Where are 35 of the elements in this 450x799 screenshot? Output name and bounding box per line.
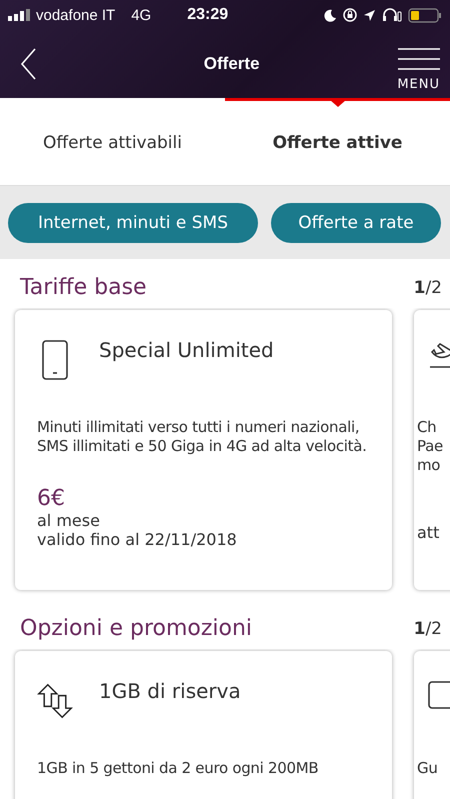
filter-button[interactable]: Internet, minuti e SMS [8, 202, 258, 242]
back-button[interactable] [20, 48, 36, 80]
offer-note: att [416, 523, 440, 542]
up-down-arrows-icon [37, 681, 73, 721]
carrier-name: vodafone IT [36, 6, 116, 24]
signal-icon [8, 9, 30, 21]
offer-title: 1GB di riserva [99, 679, 241, 703]
section-title: Opzioni e promozioni [20, 616, 252, 641]
offer-card[interactable]: 1GB di riserva 1GB in 5 gettoni da 2 euro ogni 200MB [15, 651, 392, 799]
offer-card[interactable]: Special Unlimited Minuti illimitati verso tutti i numeri nazionali, SMS illimitati e 50 Giga in 4G ad alta velocità. 6€ al mese valido fino al 22/11/2018 [15, 310, 392, 590]
filter-button[interactable]: Offerte a rate [271, 202, 441, 242]
offer-description: Ch Pae mo [416, 418, 444, 475]
offer-description: Gu [416, 759, 439, 778]
offer-card[interactable]: Gu [414, 651, 450, 799]
box-icon [428, 681, 450, 709]
phone-icon [42, 340, 68, 380]
menu-button[interactable]: MENU [397, 46, 440, 92]
moon-icon [324, 8, 337, 22]
offer-price: 6€ [37, 486, 66, 511]
validity-date: valido fino al 22/11/2018 [37, 530, 238, 549]
page-indicator: 1/2 [414, 618, 442, 638]
offer-title: Special Unlimited [99, 338, 274, 362]
battery-icon [408, 8, 442, 22]
rotation-lock-icon [343, 8, 357, 22]
page-title: Offerte [204, 54, 260, 74]
location-arrow-icon [363, 8, 376, 22]
page-indicator: 1/2 [414, 278, 442, 298]
section-title: Tariffe base [20, 275, 147, 300]
price-period: al mese [37, 511, 101, 530]
offer-description: Minuti illimitati verso tutti i numeri nazionali, SMS illimitati e 50 Giga in 4G ad alta velocità. [37, 418, 368, 456]
headphones-icon [382, 8, 402, 22]
clock-time: 23:29 [187, 6, 228, 24]
offer-description: 1GB in 5 gettoni da 2 euro ogni 200MB [37, 759, 320, 778]
network-type: 4G [131, 6, 152, 24]
offer-card[interactable]: Ch Pae mo att [414, 310, 450, 590]
